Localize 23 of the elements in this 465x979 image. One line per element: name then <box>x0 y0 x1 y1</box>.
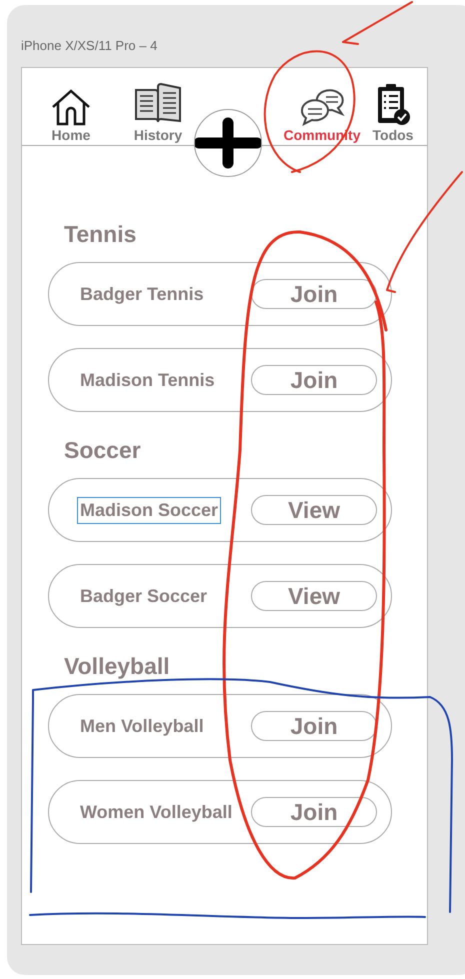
tab-bar-item[interactable]: History <box>118 82 198 143</box>
group-name: Badger Soccer <box>79 584 208 608</box>
artboard-title: iPhone X/XS/11 Pro – 4 <box>21 38 158 53</box>
action-button[interactable]: Join <box>251 365 377 395</box>
group-name: Men Volleyball <box>79 714 205 738</box>
section-heading: Soccer <box>64 436 141 465</box>
action-button[interactable]: View <box>251 495 377 525</box>
tab-bar-item[interactable]: Todos <box>368 82 418 143</box>
plus-icon <box>195 117 261 169</box>
section-heading: Volleyball <box>64 652 170 681</box>
clipboard-check-icon <box>375 82 411 126</box>
action-button[interactable]: Join <box>251 279 377 309</box>
group-name: Women Volleyball <box>79 800 234 824</box>
house-icon <box>50 88 92 126</box>
section-heading: Tennis <box>64 220 136 249</box>
tab-bar-item[interactable]: Home <box>36 88 106 143</box>
chat-bubbles-icon <box>298 88 346 126</box>
group-name: Madison Soccer <box>77 496 222 524</box>
action-button[interactable]: Join <box>251 797 377 827</box>
group-name: Madison Tennis <box>79 368 216 392</box>
group-name: Badger Tennis <box>79 282 205 306</box>
action-button[interactable]: Join <box>251 711 377 741</box>
action-button[interactable]: View <box>251 581 377 611</box>
